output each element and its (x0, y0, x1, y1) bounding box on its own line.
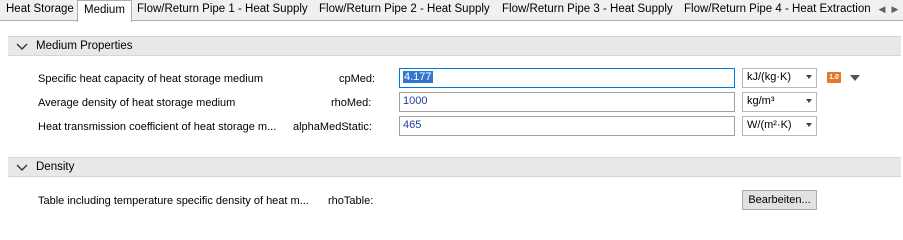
section-header-medium-properties[interactable]: Medium Properties (8, 36, 901, 56)
cpmed-field[interactable]: 4.177 (399, 68, 735, 88)
chevron-down-icon[interactable] (16, 40, 28, 52)
alphamedstatic-unit-value: W/(m²·K) (747, 119, 792, 131)
chevron-down-icon[interactable] (16, 161, 28, 173)
row-label-rhotable: Table including temperature specific den… (38, 195, 309, 207)
tab-flow-return-pipe-2[interactable]: Flow/Return Pipe 2 - Heat Supply (313, 0, 496, 21)
row-var-cpmed: cpMed: (339, 73, 376, 85)
edit-table-button[interactable]: Bearbeiten... (742, 190, 817, 210)
version-badge-icon[interactable]: 1.0 (827, 72, 841, 83)
row-var-rhomed: rhoMed: (331, 97, 372, 109)
cpmed-unit-select[interactable]: kJ/(kg·K) (742, 68, 817, 88)
tab-scroll-left-icon[interactable]: ◀ (876, 0, 888, 21)
tab-flow-return-pipe-3[interactable]: Flow/Return Pipe 3 - Heat Supply (496, 0, 679, 21)
tab-flow-return-pipe-1[interactable]: Flow/Return Pipe 1 - Heat Supply (131, 0, 314, 21)
medium-panel: Medium Properties Specific heat capacity… (0, 22, 903, 225)
section-title: Density (36, 161, 75, 173)
alphamedstatic-value: 465 (403, 119, 422, 131)
tab-bar: Heat Storage Medium Flow/Return Pipe 1 -… (0, 0, 903, 22)
row-label-alphamedstatic: Heat transmission coefficient of heat st… (38, 121, 277, 133)
row-var-alphamedstatic: alphaMedStatic: (293, 121, 372, 133)
dropdown-caret-icon (806, 75, 812, 79)
tab-heat-storage[interactable]: Heat Storage (0, 0, 80, 21)
tab-flow-return-pipe-4[interactable]: Flow/Return Pipe 4 - Heat Extraction (678, 0, 877, 21)
rhomed-field[interactable]: 1000 (399, 92, 735, 112)
cpmed-value: 4.177 (403, 71, 433, 83)
rhomed-unit-select[interactable]: kg/m³ (742, 92, 817, 112)
cpmed-unit-value: kJ/(kg·K) (747, 71, 791, 83)
row-label-cpmed: Specific heat capacity of heat storage m… (38, 73, 264, 85)
alphamedstatic-field[interactable]: 465 (399, 116, 735, 136)
dropdown-caret-icon (806, 123, 812, 127)
dropdown-caret-icon (806, 99, 812, 103)
tab-scroll-right-icon[interactable]: ▶ (889, 0, 901, 21)
version-dropdown-icon[interactable] (850, 75, 860, 81)
rhomed-unit-value: kg/m³ (747, 95, 775, 107)
section-header-density[interactable]: Density (8, 157, 901, 177)
row-var-rhotable: rhoTable: (328, 195, 374, 207)
row-label-rhomed: Average density of heat storage medium (38, 97, 236, 109)
section-title: Medium Properties (36, 40, 133, 52)
alphamedstatic-unit-select[interactable]: W/(m²·K) (742, 116, 817, 136)
rhomed-value: 1000 (403, 95, 428, 107)
tab-medium[interactable]: Medium (77, 0, 132, 22)
